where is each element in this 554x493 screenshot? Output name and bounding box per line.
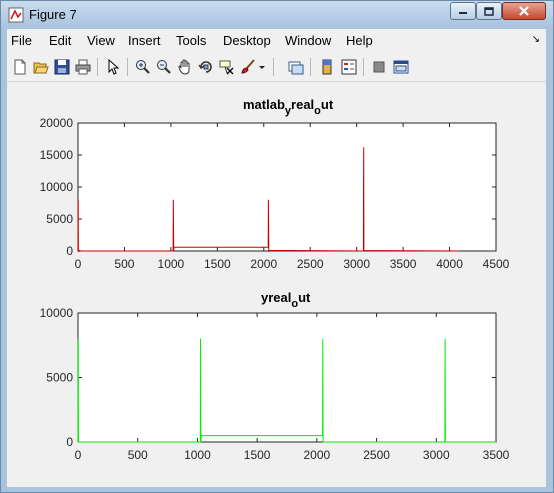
plot2-title: yrealout xyxy=(261,290,311,310)
plot2-ytick-label: 5000 xyxy=(46,371,73,385)
close-button[interactable] xyxy=(502,2,546,20)
menu-help[interactable]: Help xyxy=(346,33,373,48)
plot1-axes-box xyxy=(77,122,497,252)
show-plot-tools-icon[interactable] xyxy=(392,58,410,76)
figure-canvas: matlabyrealout 0 5000 10000 15000 20000 0 500… xyxy=(7,82,546,487)
plot2-xtick-label: 0 xyxy=(75,448,82,462)
figure-toolbar xyxy=(7,53,546,82)
maximize-icon xyxy=(484,6,494,16)
hide-plot-tools-icon[interactable] xyxy=(370,58,388,76)
window-title: Figure 7 xyxy=(29,7,77,22)
plot1-xtick-label: 4000 xyxy=(436,257,463,271)
zoom-in-icon[interactable] xyxy=(134,58,152,76)
toolbar-separator xyxy=(273,58,274,76)
menu-window[interactable]: Window xyxy=(285,33,331,48)
insert-colorbar-icon[interactable] xyxy=(318,58,336,76)
plot1-ytick-label: 20000 xyxy=(40,116,74,130)
plot1-xtick-label: 3500 xyxy=(390,257,417,271)
menu-view[interactable]: View xyxy=(87,33,115,48)
zoom-out-icon[interactable] xyxy=(155,58,173,76)
minimize-icon xyxy=(459,12,467,14)
plot2-xtick-label: 3500 xyxy=(483,448,510,462)
toolbar-separator xyxy=(363,58,364,76)
figure-window: Figure 7 File Edit View Insert Tools Des… xyxy=(0,0,554,493)
close-icon xyxy=(519,6,529,16)
plot1-ytick-label: 15000 xyxy=(40,148,74,162)
plot1-xtick-label: 500 xyxy=(114,257,134,271)
insert-legend-icon[interactable] xyxy=(340,58,358,76)
plot1-xtick-label: 3000 xyxy=(343,257,370,271)
menu-tools[interactable]: Tools xyxy=(176,33,206,48)
edit-plot-arrow-icon[interactable] xyxy=(104,58,122,76)
menu-file[interactable]: File xyxy=(11,33,32,48)
minimize-button[interactable] xyxy=(450,2,476,20)
plot2-ytick-label: 0 xyxy=(66,435,73,449)
plot2-ytick-label: 10000 xyxy=(40,306,74,320)
toolbar-separator xyxy=(97,58,98,76)
toolbar-separator xyxy=(127,58,128,76)
open-file-icon[interactable] xyxy=(32,58,50,76)
matlab-figure-icon xyxy=(8,7,24,23)
print-icon[interactable] xyxy=(74,58,92,76)
plot2-xtick-label: 3000 xyxy=(423,448,450,462)
brush-dropdown-icon[interactable] xyxy=(257,58,267,76)
toolbar-separator xyxy=(310,58,311,76)
plot1-ytick-label: 5000 xyxy=(46,212,73,226)
plot1-title: matlabyrealout xyxy=(243,97,334,117)
save-icon[interactable] xyxy=(53,58,71,76)
menu-desktop[interactable]: Desktop xyxy=(223,33,271,48)
menu-insert[interactable]: Insert xyxy=(128,33,161,48)
maximize-button[interactable] xyxy=(476,2,502,20)
plot1-xtick-label: 2000 xyxy=(250,257,277,271)
rotate-3d-icon[interactable] xyxy=(197,58,215,76)
plot2-xtick-label: 2000 xyxy=(304,448,331,462)
menu-bar: File Edit View Insert Tools Desktop Wind… xyxy=(7,29,546,53)
plots-svg: matlabyrealout 05000100001500020000 0 500… xyxy=(40,97,510,462)
data-cursor-icon[interactable] xyxy=(218,58,236,76)
plot1-ytick-label: 10000 xyxy=(40,180,74,194)
menu-edit[interactable]: Edit xyxy=(49,33,71,48)
plot1-xtick-label: 1500 xyxy=(204,257,231,271)
brush-icon[interactable] xyxy=(239,58,257,76)
plot1-ytick-label: 0 xyxy=(66,244,73,258)
plot1-xtick-label: 2500 xyxy=(297,257,324,271)
plot2-xtick-label: 1000 xyxy=(184,448,211,462)
dock-arrow-icon[interactable]: ↘ xyxy=(532,34,540,45)
plot2-xtick-label: 500 xyxy=(128,448,148,462)
title-bar[interactable]: Figure 7 xyxy=(1,1,553,29)
plot2-axes-box xyxy=(77,312,497,443)
plot2-xtick-label: 2500 xyxy=(363,448,390,462)
plot1-xtick-label: 4500 xyxy=(483,257,510,271)
new-figure-icon[interactable] xyxy=(11,58,29,76)
plot1-xtick-label: 0 xyxy=(75,257,82,271)
plot1-xtick-label: 1000 xyxy=(158,257,185,271)
link-plot-icon[interactable] xyxy=(287,58,305,76)
plot2-xtick-label: 1500 xyxy=(244,448,271,462)
pan-hand-icon[interactable] xyxy=(176,58,194,76)
